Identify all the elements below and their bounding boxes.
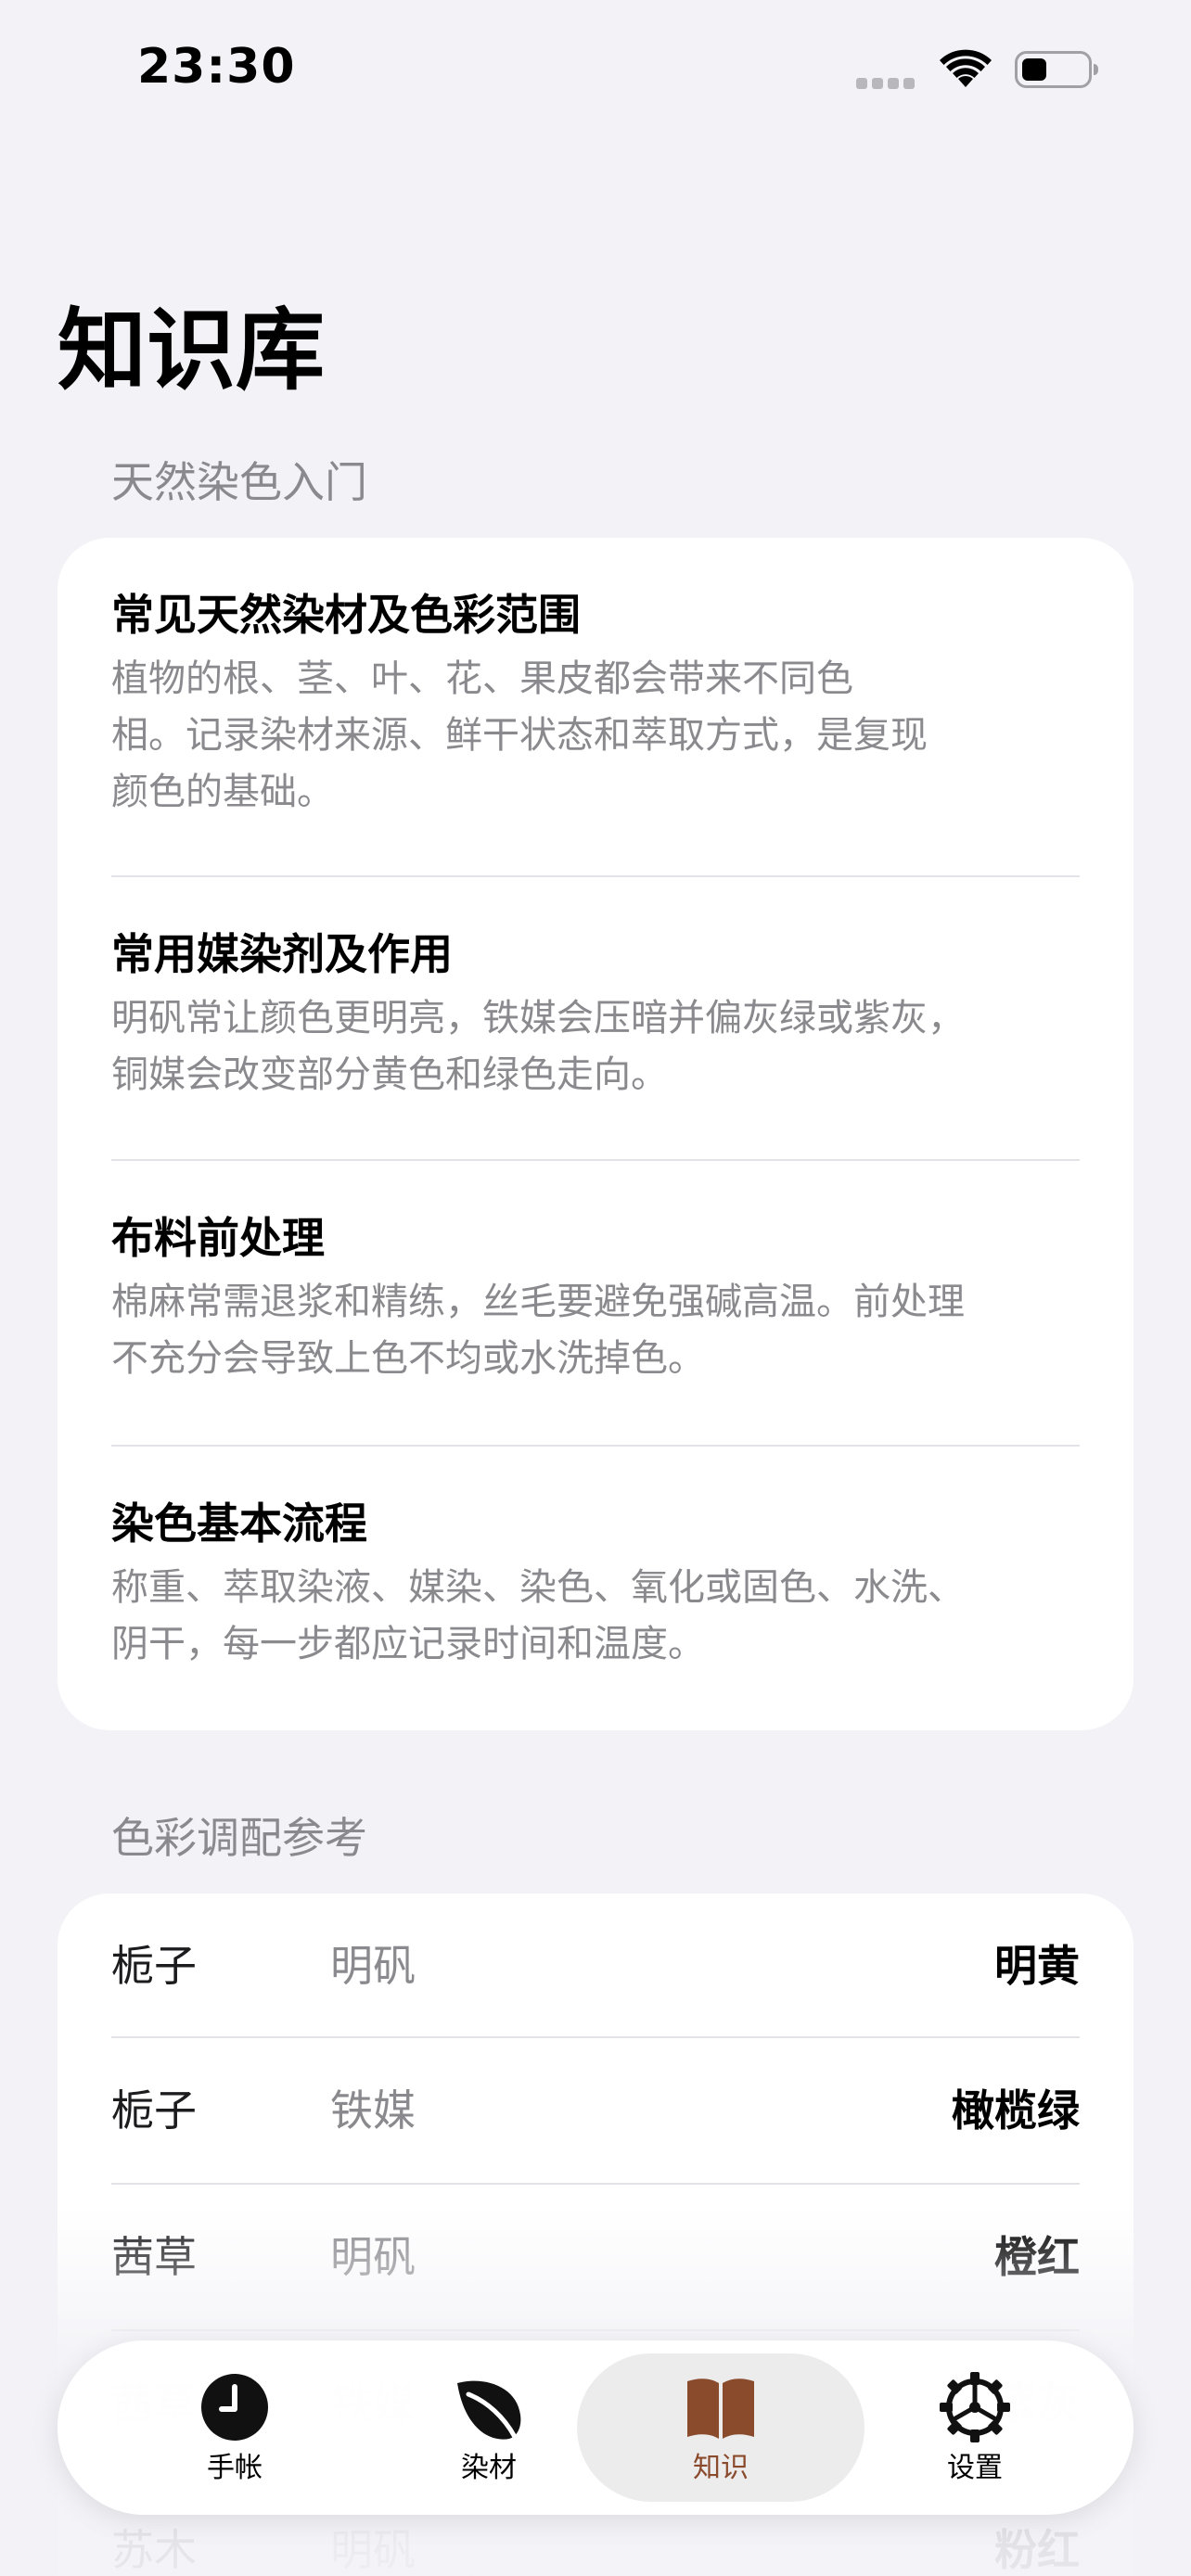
article-dye-materials[interactable]: 常见天然染材及色彩范围 植物的根、茎、叶、花、果皮都会带来不同色 相。记录染材来…: [111, 586, 1095, 821]
tab-knowledge[interactable]: 知识: [577, 2353, 864, 2502]
page-title: 知识库: [58, 299, 325, 402]
article-summary: 棉麻常需退浆和精练，丝毛要避免强碱高温。前处理 不充分会导致上色不均或水洗掉色。: [111, 1281, 965, 1380]
knowledge-screen: 23:30 知识库 天然染色入门 常见天然染材及色彩范围 植物的根、茎、叶、花、…: [0, 0, 1191, 2576]
dye-name: 栀子: [111, 1941, 197, 1991]
article-title: 染色基本流程: [111, 1498, 367, 1549]
dye-name: 栀子: [111, 2085, 197, 2136]
tab-bar: 手帐 染材 知识 设置: [58, 2340, 1133, 2515]
result-color: 明黄: [994, 1941, 1080, 1991]
result-color: 橄榄绿: [952, 2085, 1080, 2136]
gear-icon: [940, 2372, 1010, 2442]
section-header-color-ref: 色彩调配参考: [111, 1813, 367, 1863]
divider: [111, 2183, 1080, 2185]
book-icon: [687, 2378, 754, 2439]
intro-card: 常见天然染材及色彩范围 植物的根、茎、叶、花、果皮都会带来不同色 相。记录染材来…: [58, 538, 1133, 1730]
article-summary: 植物的根、茎、叶、花、果皮都会带来不同色 相。记录染材来源、鲜干状态和萃取方式，…: [111, 657, 928, 813]
article-title: 常见天然染材及色彩范围: [111, 590, 581, 640]
tab-label: 手帐: [207, 2452, 263, 2484]
leaf-icon: [457, 2380, 521, 2440]
tab-label: 设置: [947, 2452, 1003, 2484]
tab-label: 知识: [693, 2452, 749, 2484]
article-title: 常用媒染剂及作用: [111, 929, 453, 979]
clock-icon: [201, 2374, 268, 2441]
divider: [111, 2036, 1080, 2038]
divider: [111, 875, 1080, 877]
article-fabric-prep[interactable]: 布料前处理 棉麻常需退浆和精练，丝毛要避免强碱高温。前处理 不充分会导致上色不均…: [111, 1209, 1095, 1387]
tab-journal[interactable]: 手帐: [91, 2353, 378, 2502]
section-header-intro: 天然染色入门: [111, 457, 367, 507]
article-dye-process[interactable]: 染色基本流程 称重、萃取染液、媒染、染色、氧化或固色、水洗、 阴干，每一步都应记…: [111, 1495, 1095, 1673]
divider: [111, 1159, 1080, 1161]
color-ref-row[interactable]: 栀子 铁媒 橄榄绿: [111, 2073, 1080, 2148]
article-mordants[interactable]: 常用媒染剂及作用 明矾常让颜色更明亮，铁媒会压暗并偏灰绿或紫灰， 铜媒会改变部分…: [111, 925, 1095, 1103]
mordant-name: 明矾: [330, 1941, 416, 1991]
article-summary: 明矾常让颜色更明亮，铁媒会压暗并偏灰绿或紫灰， 铜媒会改变部分黄色和绿色走向。: [111, 997, 965, 1096]
article-summary: 称重、萃取染液、媒染、染色、氧化或固色、水洗、 阴干，每一步都应记录时间和温度。: [111, 1566, 965, 1665]
wifi-icon: [940, 49, 992, 87]
cellular-signal-icon: [856, 78, 919, 89]
status-time: 23:30: [137, 39, 296, 95]
color-ref-row[interactable]: 栀子 明矾 明黄: [111, 1929, 1080, 2003]
divider: [111, 1445, 1080, 1447]
mordant-name: 铁媒: [330, 2085, 416, 2136]
tab-settings[interactable]: 设置: [831, 2353, 1119, 2502]
article-title: 布料前处理: [111, 1213, 325, 1263]
battery-icon: [1015, 51, 1098, 88]
status-bar: 23:30: [0, 0, 1191, 139]
